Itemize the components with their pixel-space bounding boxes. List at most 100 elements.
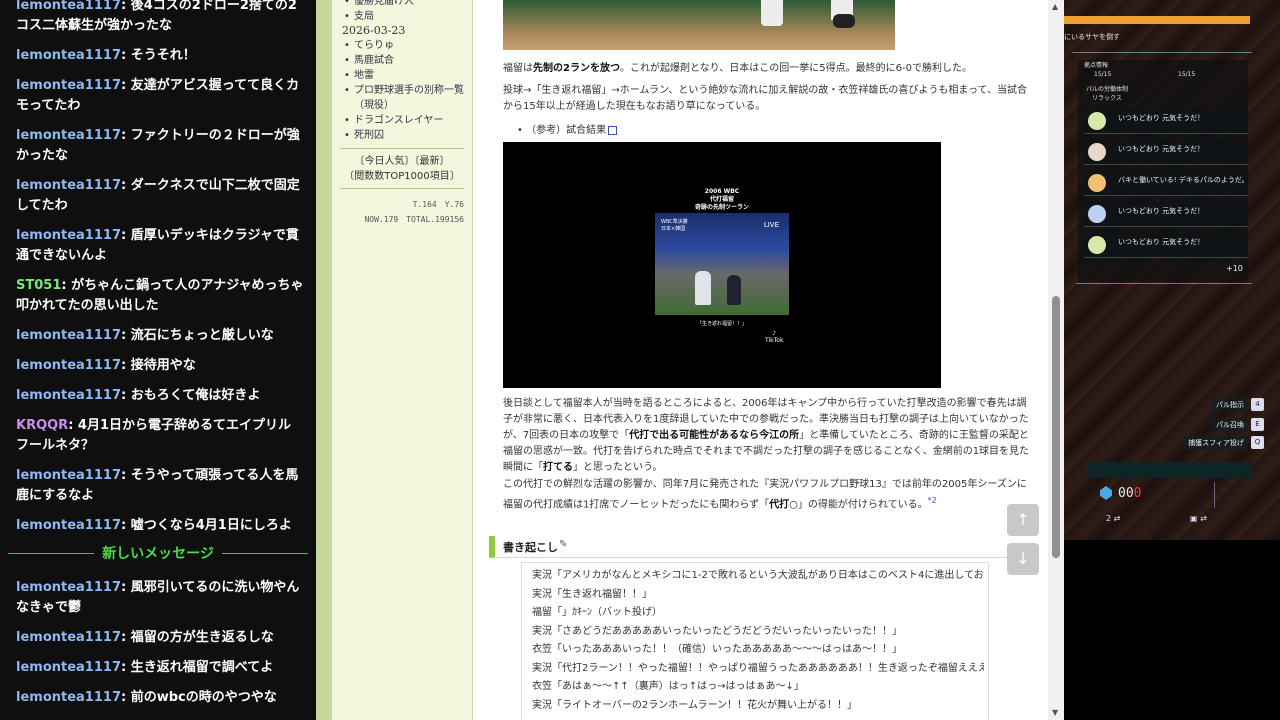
divider xyxy=(1076,283,1252,284)
chat-username[interactable]: lemontea1117 xyxy=(16,690,121,705)
key-hint-label: パル召喚 xyxy=(1212,418,1248,432)
transcript-line: 衣笠「あはぁ〜〜↑↑（裏声）はっ↑はっ→はっはぁあ〜↓」 xyxy=(532,681,804,692)
section-heading: 書き起こし ✎ xyxy=(489,536,1023,558)
count-digit-red: 0 xyxy=(1133,486,1142,501)
chat-message: lemontea1117: 生き返れ福留で調べてよ xyxy=(16,658,304,678)
recent-item[interactable]: 優勝見届け人 xyxy=(344,0,414,9)
popular-links[interactable]: 〔今日人気〕〔最新〕 xyxy=(340,154,464,169)
recent-item[interactable]: 支局 xyxy=(344,9,414,24)
chat-username[interactable]: lemontea1117 xyxy=(16,78,121,93)
pal-avatar-icon xyxy=(1088,174,1106,192)
edit-pencil-icon[interactable]: ✎ xyxy=(559,539,567,550)
chat-text: : そうそれ！ xyxy=(121,48,196,63)
chat-text: : 流石にちょっと厳しいな xyxy=(121,328,274,343)
key-hint-key: Q xyxy=(1251,436,1264,449)
chat-panel: lemontea1117: 後4コスの2ドロー2捨ての2コス二体蘇生が強かったな… xyxy=(0,0,316,720)
text: 」の得能が付けられている。 xyxy=(797,499,928,511)
video-title: 奇跡の先制ツーラン xyxy=(694,204,749,211)
sidebar-divider xyxy=(340,188,464,189)
recent-item[interactable]: てらりゅ xyxy=(344,38,472,53)
count-digits: 00 xyxy=(1118,486,1134,501)
chat-username[interactable]: lemontea1117 xyxy=(16,358,121,373)
pal-avatar-icon xyxy=(1088,112,1106,130)
more-pals-count: +10 xyxy=(1226,264,1243,273)
chat-message: lemontea1117: 嘘つくなら4月1日にしろよ xyxy=(16,516,304,536)
bold-text: 代打で出る可能性があるなら今江の所 xyxy=(629,430,800,441)
paragraph-result: 福留は先制の2ランを放つ。これが起爆剤となり、日本はこの回一挙に5得点。最終的に… xyxy=(503,61,1033,77)
chat-username[interactable]: ST051 xyxy=(16,278,61,293)
pal-status-text: いつもどおり 元気そうだ！ xyxy=(1118,114,1205,122)
scroll-down-arrow-icon[interactable]: ▼ xyxy=(1052,708,1058,717)
footnote-link[interactable]: *2 xyxy=(928,496,937,505)
hud-bar xyxy=(1088,462,1252,478)
browser-window: 優勝見届け人 支局 2026-03-23 てらりゅ 馬鹿試合 地雷 プロ野球選手… xyxy=(316,0,1064,720)
chat-username[interactable]: lemontea1117 xyxy=(16,580,121,595)
swap-icon: ⇄ xyxy=(1113,514,1121,523)
transcript-line: 実況「アメリカがなんとメキシコに1-2で敗れるという大波乱があり日本はこのベスト… xyxy=(532,570,984,581)
embedded-video[interactable]: 2006 WBC 代打福留 奇跡の先制ツーラン WBC準決勝 日本×韓国 LIVE… xyxy=(503,142,941,388)
reference-bullet[interactable]: • （参考）試合結果 xyxy=(517,121,618,136)
chat-username[interactable]: lemontea1117 xyxy=(16,228,121,243)
transcript-line: 実況「ライトオーバーの2ランホームラーン！！花火が舞い上がる！！」 xyxy=(532,699,857,711)
text: 日本×韓国 xyxy=(661,226,686,232)
chat-text: : 接待用やな xyxy=(121,358,196,373)
sphere-count: 000 xyxy=(1118,486,1141,501)
bold-text: 先制の2ランを放つ xyxy=(533,63,620,74)
wiki-sidebar: 優勝見届け人 支局 2026-03-23 てらりゅ 馬鹿試合 地雷 プロ野球選手… xyxy=(332,0,473,720)
chat-username[interactable]: lemontea1117 xyxy=(16,660,121,675)
chat-message: lemontea1117: 後4コスの2ドロー2捨ての2コス二体蘇生が強かったな xyxy=(16,0,304,36)
chat-username[interactable]: lemontea1117 xyxy=(16,128,121,143)
chat-text: : おもろくて俺は好きよ xyxy=(121,388,261,403)
chat-message: lemontea1117: そうそれ！ xyxy=(16,46,304,66)
access-counter-total: NOW.179 TOTAL.199156 xyxy=(364,215,464,224)
bold-text: 代打○ xyxy=(769,499,798,511)
chat-message: lemontea1117: 友達がアビス握ってて良くカモってたわ xyxy=(16,76,304,116)
chat-username[interactable]: lemontea1117 xyxy=(16,630,121,645)
chat-message: lemontea1117: ファクトリーの２ドローが強かったな xyxy=(16,126,304,166)
chat-message: lemontea1117: 接待用やな xyxy=(16,356,304,376)
scroll-top-button[interactable]: ↑ xyxy=(1007,504,1039,536)
chat-username[interactable]: lemontea1117 xyxy=(16,468,121,483)
tiktok-label: TikTok xyxy=(765,337,784,344)
chat-message: ST051: がちゃんこ鍋って人のアナジャめっちゃ叩かれてたの思い出した xyxy=(16,276,304,316)
hud-key-label: 2 ⇄ xyxy=(1106,514,1120,523)
pal-sphere-icon xyxy=(1100,486,1112,500)
recent-item[interactable]: 死刑囚 xyxy=(344,128,472,143)
chat-username[interactable]: lemontea1117 xyxy=(16,48,121,63)
chat-username[interactable]: lemontea1117 xyxy=(16,518,121,533)
photo-figure xyxy=(761,0,783,26)
chat-username[interactable]: lemontea1117 xyxy=(16,0,121,13)
chat-username[interactable]: lemontea1117 xyxy=(16,328,121,343)
key-hint-label: パル指示 xyxy=(1212,398,1248,412)
chat-username[interactable]: lemontea1117 xyxy=(16,178,121,193)
chat-message: lemontea1117: 流石にちょっと厳しいな xyxy=(16,326,304,346)
chat-username[interactable]: lemontea1117 xyxy=(16,388,121,403)
transcript-line: 実況「さあどうだあああああいったいったどうだどうだいったいったいった！！」 xyxy=(532,625,902,637)
ranking-link[interactable]: 〔閲数数TOP1000項目〕 xyxy=(340,169,464,184)
new-messages-separator: 新しいメッセージ xyxy=(8,543,308,565)
reference-link[interactable]: （参考）試合結果 xyxy=(526,125,606,136)
pal-status-row: いつもどおり 元気そうだ！ xyxy=(1084,108,1248,134)
page-scrollbar[interactable]: ▲ ▼ xyxy=(1048,0,1064,720)
scroll-up-arrow-icon[interactable]: ▲ xyxy=(1052,2,1058,11)
chat-username[interactable]: KRQQR xyxy=(16,418,68,433)
paragraph-legend: 投球→「生き返れ福留」→ホームラン、という絶妙な流れに加え解説の故・衣笠祥雄氏の… xyxy=(503,85,1027,112)
transcript-line: 衣笠「いったあああいった！！（確信）いったあああああ〜〜〜はっはあ〜！！」 xyxy=(532,644,902,655)
chat-text: : 福留の方が生き返るしな xyxy=(121,630,274,645)
recent-item[interactable]: 地雷 xyxy=(344,68,472,83)
pal-avatar-icon xyxy=(1088,205,1106,223)
swap-icon: ⇄ xyxy=(1200,514,1207,523)
scroll-bottom-button[interactable]: ↓ xyxy=(1007,543,1039,575)
tiktok-logo-icon: ♪ TikTok xyxy=(765,330,784,344)
recent-item[interactable]: ドラゴンスレイヤー xyxy=(344,113,472,128)
key-hint-label: 捕獲スフィア投げ xyxy=(1184,436,1248,450)
recent-item[interactable]: プロ野球選手の別称一覧（現役） xyxy=(344,83,472,113)
recent-item[interactable]: 馬鹿試合 xyxy=(344,53,472,68)
text: 福留は xyxy=(503,63,533,74)
scrollbar-thumb[interactable] xyxy=(1052,296,1060,558)
paragraph-backstory: 後日談として福留本人が当時を語るところによると、2006年はキャンプ中から行って… xyxy=(503,396,1033,476)
chat-message: lemontea1117: 盾厚いデッキはクラジャで貫通できないんよ xyxy=(16,226,304,266)
chat-text: : 嘘つくなら4月1日にしろよ xyxy=(121,518,292,533)
hud-divider xyxy=(1214,482,1215,508)
pal-status-row: いつもどおり 元気そうだ！ xyxy=(1084,232,1248,258)
